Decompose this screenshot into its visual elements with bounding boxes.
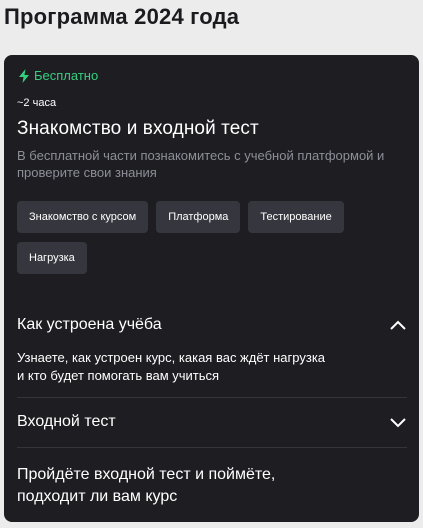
closing-text: Пройдёте входной тест и поймёте, подходи… [17, 464, 407, 508]
divider [17, 447, 407, 448]
chevron-down-icon [390, 418, 406, 428]
closing-text-line: Пройдёте входной тест и поймёте, [17, 466, 276, 483]
module-title: Знакомство и входной тест [17, 118, 259, 139]
page: Программа 2024 года Бесплатно ~2 часа Зн… [0, 0, 423, 528]
module-card: Бесплатно ~2 часа Знакомство и входной т… [4, 55, 419, 522]
lightning-icon [19, 68, 29, 83]
chevron-up-icon [390, 320, 406, 330]
accordion-header-entry-test[interactable]: Входной тест [17, 408, 407, 436]
free-badge: Бесплатно [18, 68, 98, 83]
accordion-header-how-study-works[interactable]: Как устроена учёба [17, 311, 407, 339]
module-description: В бесплатной части познакомитесь с учебн… [17, 148, 385, 180]
accordion-text-line: Узнаете, как устроен курс, какая вас ждё… [17, 350, 326, 365]
tag-chip[interactable]: Знакомство с курсом [17, 201, 149, 233]
tag-chip[interactable]: Платформа [156, 201, 241, 233]
page-title: Программа 2024 года [4, 4, 240, 29]
tag-chip[interactable]: Нагрузка [17, 242, 87, 274]
closing-text-line: подходит ли вам курс [17, 488, 178, 505]
tag-chip[interactable]: Тестирование [248, 201, 344, 233]
free-label: Бесплатно [34, 68, 99, 83]
divider [17, 397, 407, 398]
accordion-content: Узнаете, как устроен курс, какая вас ждё… [17, 349, 325, 385]
tag-list: Знакомство с курсом Платформа Тестирован… [17, 201, 387, 274]
accordion-text-line: и кто будет помогать вам учиться [17, 368, 220, 383]
accordion-title: Как устроена учёба [17, 316, 162, 333]
duration-label: ~2 часа [17, 97, 57, 109]
accordion-title: Входной тест [17, 413, 116, 430]
